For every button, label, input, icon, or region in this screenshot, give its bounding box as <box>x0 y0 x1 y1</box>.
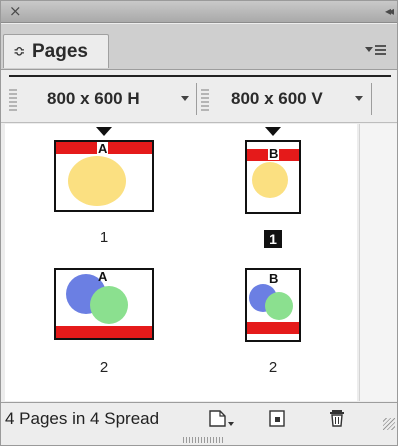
vertical-scrollbar[interactable] <box>359 124 397 401</box>
pages-panel: × ◂◂ ≎ Pages 800 x 600 H 800 x 600 V A 1… <box>0 0 398 446</box>
panel-titlebar: × ◂◂ <box>1 1 397 23</box>
page-size-toolbar: 800 x 600 H 800 x 600 V <box>1 71 397 123</box>
page-number-active[interactable]: 1 <box>264 230 282 248</box>
green-circle <box>265 292 293 320</box>
double-arrow-icon: ≎ <box>13 42 26 60</box>
divider <box>371 83 372 115</box>
tab-pages[interactable]: ≎ Pages <box>3 34 109 68</box>
grip-icon[interactable] <box>201 89 209 111</box>
chevron-down-icon <box>181 96 189 101</box>
page-number[interactable]: 2 <box>266 360 280 376</box>
spread-3[interactable]: A 2 <box>54 268 154 380</box>
page-number[interactable]: 1 <box>97 230 111 246</box>
master-indicator-icon <box>96 127 112 136</box>
pages-area: A 1 B 1 A 2 B 2 <box>5 124 357 401</box>
page-number[interactable]: 2 <box>97 360 111 376</box>
master-letter: B <box>269 271 279 286</box>
resize-grip-icon[interactable] <box>383 418 395 430</box>
divider <box>196 83 197 115</box>
green-circle <box>90 286 128 324</box>
select-value: 800 x 600 V <box>231 89 323 108</box>
new-page-icon[interactable] <box>267 408 289 428</box>
spread-2[interactable]: B 1 <box>245 127 301 248</box>
panel-footer: 4 Pages in 4 Spread <box>1 402 397 432</box>
page-count-status: 4 Pages in 4 Spread <box>5 409 160 428</box>
footer-band <box>56 326 152 338</box>
tab-label: Pages <box>32 41 88 62</box>
page-thumbnail[interactable]: A <box>54 268 154 340</box>
master-indicator-icon <box>265 127 281 136</box>
divider <box>9 75 391 77</box>
spread-4[interactable]: B 2 <box>245 268 301 380</box>
page-size-horizontal-select[interactable]: 800 x 600 H <box>47 87 197 111</box>
tab-row: ≎ Pages <box>1 24 397 70</box>
master-letter: B <box>268 146 280 161</box>
page-size-vertical-select[interactable]: 800 x 600 V <box>231 87 371 111</box>
grip-icon[interactable] <box>9 89 17 111</box>
master-letter: A <box>98 269 108 284</box>
page-thumbnail[interactable]: A <box>54 140 154 212</box>
yellow-circle <box>68 156 126 206</box>
page-thumbnail[interactable]: B <box>245 140 301 214</box>
select-value: 800 x 600 H <box>47 89 140 108</box>
new-page-size-icon[interactable] <box>207 408 234 428</box>
close-icon[interactable]: × <box>9 3 22 20</box>
trash-icon[interactable] <box>327 408 349 428</box>
spread-1[interactable]: A 1 <box>54 127 154 247</box>
collapse-icon[interactable]: ◂◂ <box>385 3 394 20</box>
page-thumbnail[interactable]: B <box>245 268 301 342</box>
chevron-down-icon <box>355 96 363 101</box>
yellow-circle <box>252 162 288 198</box>
footer-band <box>247 322 299 334</box>
panel-drag-handle[interactable] <box>183 437 223 443</box>
panel-menu-icon[interactable] <box>365 44 387 58</box>
master-letter: A <box>97 141 109 156</box>
